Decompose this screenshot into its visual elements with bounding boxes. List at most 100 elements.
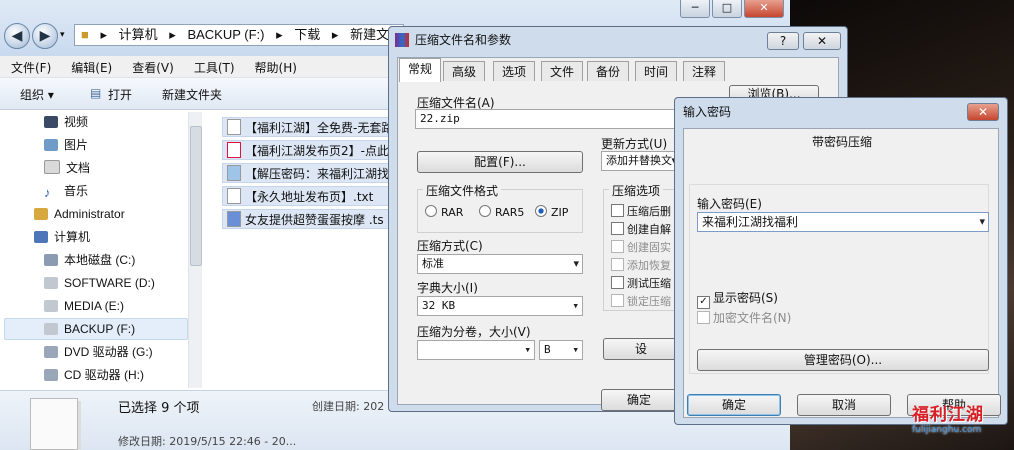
breadcrumb-downloads[interactable]: 下载 <box>294 27 320 42</box>
password-ok-button[interactable]: 确定 <box>687 394 781 416</box>
nav-item-drive-c[interactable]: 本地磁盘 (C:) <box>44 250 135 270</box>
profiles-button[interactable]: 配置(F)... <box>417 151 583 173</box>
menu-file[interactable]: 文件(F) <box>0 56 60 76</box>
method-label: 压缩方式(C) <box>417 239 483 253</box>
option-recovery: 添加恢复 <box>611 257 671 273</box>
nav-item-drive-d[interactable]: SOFTWARE (D:) <box>44 273 155 293</box>
nav-item-documents[interactable]: 文档 <box>44 158 90 178</box>
set-password-button[interactable]: 设 <box>603 338 679 360</box>
site-watermark-logo: 福利江湖 fulijianghu.com <box>912 400 1012 448</box>
menu-tools[interactable]: 工具(T) <box>183 56 244 76</box>
help-button[interactable]: ? <box>767 32 799 50</box>
maximize-button[interactable]: □ <box>712 0 742 18</box>
method-select[interactable]: 标准 <box>417 254 583 274</box>
file-row[interactable]: 【福利江湖】全免费-无套路 <box>222 117 392 137</box>
file-name: 【永久地址发布页】.txt <box>245 190 374 204</box>
tab-advanced[interactable]: 高级 <box>443 61 486 81</box>
nav-item-music[interactable]: ♪ 音乐 <box>44 181 88 201</box>
menu-help[interactable]: 帮助(H) <box>244 56 306 76</box>
nav-label: 音乐 <box>64 184 89 198</box>
tab-general[interactable]: 常规 <box>399 58 442 82</box>
format-rar-radio[interactable]: RAR <box>425 205 463 219</box>
nav-label: 本地磁盘 (C:) <box>64 253 136 267</box>
folder-icon: ■ <box>81 27 89 42</box>
tab-options[interactable]: 选项 <box>493 61 536 81</box>
manage-passwords-button[interactable]: 管理密码(O)... <box>697 349 989 371</box>
encrypt-names-checkbox: 加密文件名(N) <box>697 309 791 326</box>
drive-icon <box>44 277 58 289</box>
watermark-url: fulijianghu.com <box>912 425 982 435</box>
menu-view[interactable]: 查看(V) <box>121 56 183 76</box>
nav-scrollbar[interactable] <box>188 112 202 388</box>
nav-item-pictures[interactable]: 图片 <box>44 135 88 155</box>
nav-label: DVD 驱动器 (G:) <box>64 345 153 359</box>
nav-item-administrator[interactable]: Administrator <box>34 204 125 224</box>
password-dialog: 输入密码 ✕ 带密码压缩 输入密码(E) 来福利江湖找福利 ✓显示密码(S) 加… <box>674 97 1008 425</box>
split-unit-select[interactable]: B <box>539 340 583 360</box>
nav-item-drive-e[interactable]: MEDIA (E:) <box>44 296 124 316</box>
ok-button[interactable]: 确定 <box>601 389 677 411</box>
selection-count: 已选择 9 个项 <box>118 401 200 416</box>
back-arrow-icon[interactable]: ◀ <box>4 23 30 49</box>
nav-item-computer[interactable]: 计算机 <box>34 227 90 247</box>
radio-label: ZIP <box>551 206 569 219</box>
split-size-input[interactable] <box>417 340 535 360</box>
tab-comment[interactable]: 注释 <box>683 61 726 81</box>
breadcrumb-separator: ▸ <box>331 27 339 42</box>
minimize-button[interactable]: ─ <box>680 0 710 18</box>
radio-selected-icon <box>535 205 547 217</box>
close-button[interactable]: ✕ <box>744 0 784 18</box>
video-icon <box>44 116 58 128</box>
dictionary-select[interactable]: 32 KB <box>417 296 583 316</box>
file-row[interactable]: 女友提供超赞蛋蛋按摩 .ts <box>222 209 392 229</box>
breadcrumb-computer[interactable]: 计算机 <box>119 27 158 42</box>
menu-edit[interactable]: 编辑(E) <box>60 56 121 76</box>
breadcrumb-drive[interactable]: BACKUP (F:) <box>187 27 264 42</box>
password-close-button[interactable]: ✕ <box>967 103 999 121</box>
tab-time[interactable]: 时间 <box>635 61 678 81</box>
checkbox-label: 显示密码(S) <box>713 291 778 305</box>
history-dropdown-icon[interactable]: ▾ <box>60 30 65 40</box>
file-row[interactable]: 【解压密码：来福利江湖找 <box>222 163 392 183</box>
nav-item-videos[interactable]: 视频 <box>44 112 88 132</box>
nav-item-drive-h[interactable]: CD 驱动器 (H:) <box>44 365 144 385</box>
new-folder-button[interactable]: 新建文件夹 <box>162 86 222 103</box>
option-sfx[interactable]: 创建自解 <box>611 221 671 237</box>
open-button[interactable]: 打开 <box>108 86 132 103</box>
update-mode-label: 更新方式(U) <box>601 137 668 151</box>
winrar-icon <box>395 33 409 47</box>
dialog-close-button[interactable]: ✕ <box>803 32 841 50</box>
format-zip-radio[interactable]: ZIP <box>535 205 568 219</box>
option-test[interactable]: 测试压缩 <box>611 275 671 291</box>
image-file-icon <box>227 165 241 181</box>
password-input[interactable]: 来福利江湖找福利 <box>697 212 989 232</box>
file-name: 【福利江湖】全免费-无套路 <box>245 121 392 135</box>
checkbox-icon <box>611 204 624 217</box>
nav-item-drive-g[interactable]: DVD 驱动器 (G:) <box>44 342 153 362</box>
archive-name-input[interactable]: 22.zip <box>415 109 675 129</box>
address-bar[interactable]: ■ ▸ 计算机 ▸ BACKUP (F:) ▸ 下载 ▸ 新建文件夹 <box>74 24 404 46</box>
nav-item-drive-f[interactable]: BACKUP (F:) <box>44 319 135 339</box>
password-dialog-subtitle: 带密码压缩 <box>811 135 872 149</box>
update-mode-select[interactable]: 添加并替换文 <box>601 151 681 171</box>
password-cancel-button[interactable]: 取消 <box>797 394 891 416</box>
dvd-drive-icon <box>44 346 58 358</box>
forward-arrow-icon[interactable]: ▶ <box>32 23 58 49</box>
show-password-checkbox[interactable]: ✓ 显示密码(S) <box>697 289 778 309</box>
file-row[interactable]: 【永久地址发布页】.txt <box>222 186 392 206</box>
file-row[interactable]: 【福利江湖发布页2】-点此 <box>222 140 392 160</box>
nav-label: 视频 <box>64 115 89 129</box>
option-lock: 锁定压缩 <box>611 293 671 309</box>
nav-label: 图片 <box>64 138 89 152</box>
dictionary-label: 字典大小(I) <box>417 281 478 295</box>
scroll-thumb[interactable] <box>190 126 202 266</box>
option-label: 锁定压缩 <box>627 295 671 308</box>
checkbox-icon <box>697 311 710 324</box>
tab-files[interactable]: 文件 <box>541 61 584 81</box>
password-dialog-title: 输入密码 <box>683 105 732 119</box>
option-delete-after[interactable]: 压缩后删 <box>611 203 671 219</box>
format-rar5-radio[interactable]: RAR5 <box>479 205 524 219</box>
tab-backup[interactable]: 备份 <box>587 61 630 81</box>
breadcrumb-separator: ▸ <box>276 27 283 42</box>
organize-button[interactable]: 组织 ▾ <box>20 86 54 103</box>
